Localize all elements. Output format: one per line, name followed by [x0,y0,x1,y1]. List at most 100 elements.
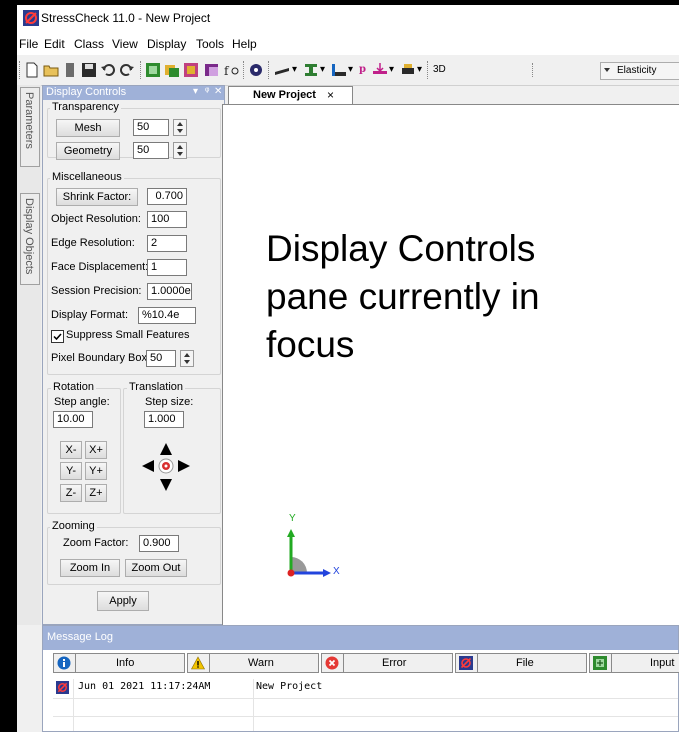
pixel-boundary-box-input[interactable]: 50 [146,350,176,367]
close-tab-icon[interactable]: × [327,88,334,102]
coordinate-axes-icon [287,529,331,577]
axis-x-label: X [333,566,340,577]
translation-label: Translation [127,381,186,393]
session-precision-label: Session Precision: [51,285,142,297]
filter-divider [75,654,76,672]
file-icon [459,656,473,670]
display-object-icon[interactable] [204,62,220,78]
tab-new-project[interactable]: New Project × [228,86,353,104]
line-tool-icon[interactable] [274,62,290,78]
message-timestamp: Jun 01 2021 11:17:24AM [78,681,211,692]
log-grid-line [253,679,254,731]
rotate-x-minus-button[interactable]: X- [60,441,82,459]
pixel-boundary-box-spinner[interactable] [180,350,194,367]
edge-resolution-input[interactable]: 2 [147,235,187,252]
rotation-label: Rotation [51,381,96,393]
menu-edit[interactable]: Edit [44,37,65,51]
rotate-z-plus-button[interactable]: Z+ [85,484,107,502]
tab-display-objects[interactable]: Display Objects [20,193,40,285]
annotation-line: pane currently in [266,276,540,317]
display-format-input[interactable]: %10.4e [138,307,196,324]
dropdown-arrow-icon[interactable]: ▾ [389,64,394,75]
zoom-factor-label: Zoom Factor: [63,537,129,549]
zoom-out-button[interactable]: Zoom Out [125,559,187,577]
model-viewport[interactable]: Display Controls pane currently in focus… [222,104,679,625]
layers-icon[interactable] [164,62,180,78]
dropdown-arrow-icon[interactable]: ▾ [417,64,422,75]
redo-icon[interactable] [119,62,135,78]
menu-display[interactable]: Display [147,37,186,51]
mesh-transparency-input[interactable]: 50 [133,119,169,136]
mesh-icon[interactable] [183,62,199,78]
model-view-icon[interactable] [145,62,161,78]
mesh-transparency-spinner[interactable] [173,119,187,136]
step-size-input[interactable]: 1.000 [144,411,184,428]
dropdown-arrow-icon[interactable]: ▾ [348,64,353,75]
load-tool-icon[interactable] [372,62,388,78]
pin-icon[interactable]: ᵠ [205,86,209,97]
tab-parameters[interactable]: Parameters [20,87,40,167]
toolbar-separator [427,61,429,79]
analysis-type-select[interactable]: Elasticity [600,62,679,80]
filter-info-button[interactable]: Info [53,653,185,673]
menu-view[interactable]: View [112,37,138,51]
apply-button[interactable]: Apply [97,591,149,611]
pane-menu-icon[interactable]: ▾ [193,86,198,97]
geometry-transparency-spinner[interactable] [173,142,187,159]
suppress-small-features-checkbox[interactable] [51,330,64,343]
bookmark-icon[interactable] [62,62,78,78]
miscellaneous-group [47,178,221,375]
boundary-condition-icon[interactable] [331,62,347,78]
translate-center-icon[interactable] [157,457,175,475]
geometry-transparency-input[interactable]: 50 [133,142,169,159]
rotate-y-plus-button[interactable]: Y+ [85,462,107,480]
function-icon[interactable]: f [223,62,239,78]
menu-class[interactable]: Class [74,37,104,51]
new-file-icon[interactable] [24,62,40,78]
session-precision-input[interactable]: 1.0000e [147,283,192,300]
face-displacement-input[interactable]: 1 [147,259,187,276]
open-folder-icon[interactable] [43,62,59,78]
dropdown-arrow-icon[interactable]: ▾ [320,64,325,75]
message-log-entry[interactable]: Jun 01 2021 11:17:24AM New Project [53,679,679,697]
ibeam-tool-icon[interactable] [303,62,319,78]
filter-file-button[interactable]: File [455,653,587,673]
filter-warn-button[interactable]: Warn [187,653,319,673]
parameter-p-icon[interactable]: p [359,64,366,75]
miscellaneous-label: Miscellaneous [50,171,124,183]
translate-right-arrow-icon[interactable] [177,459,191,473]
zoom-factor-input[interactable]: 0.900 [139,535,179,552]
rotate-z-minus-button[interactable]: Z- [60,484,82,502]
mesh-button[interactable]: Mesh [56,119,120,137]
step-angle-input[interactable]: 10.00 [53,411,93,428]
object-resolution-input[interactable]: 100 [147,211,187,228]
toolbar-separator [140,61,142,79]
filter-error-button[interactable]: Error [321,653,453,673]
close-icon[interactable]: ✕ [214,86,222,97]
translate-up-arrow-icon[interactable] [159,442,173,456]
toolbar-separator [268,61,270,79]
shrink-factor-input[interactable]: 0.700 [147,188,187,205]
translate-left-arrow-icon[interactable] [141,459,155,473]
menu-help[interactable]: Help [232,37,257,51]
menu-bar: File Edit Class View Display Tools Help [17,33,679,55]
log-grid-line [53,716,678,717]
settings-gear-icon[interactable] [248,62,264,78]
geometry-button[interactable]: Geometry [56,142,120,160]
save-icon[interactable] [81,62,97,78]
menu-file[interactable]: File [19,37,38,51]
translate-down-arrow-icon[interactable] [159,478,173,492]
filter-error-label: Error [382,657,407,669]
rotate-y-minus-button[interactable]: Y- [60,462,82,480]
view-mode-label[interactable]: 3D [433,64,446,75]
rotate-x-plus-button[interactable]: X+ [85,441,107,459]
filter-input-button[interactable]: Input [589,653,679,673]
warning-icon [191,656,205,670]
shrink-factor-button[interactable]: Shrink Factor: [56,188,138,206]
undo-icon[interactable] [100,62,116,78]
step-size-label: Step size: [145,396,194,408]
menu-tools[interactable]: Tools [196,37,224,51]
dropdown-arrow-icon[interactable]: ▾ [292,64,297,75]
print-icon[interactable] [400,62,416,78]
zoom-in-button[interactable]: Zoom In [60,559,120,577]
